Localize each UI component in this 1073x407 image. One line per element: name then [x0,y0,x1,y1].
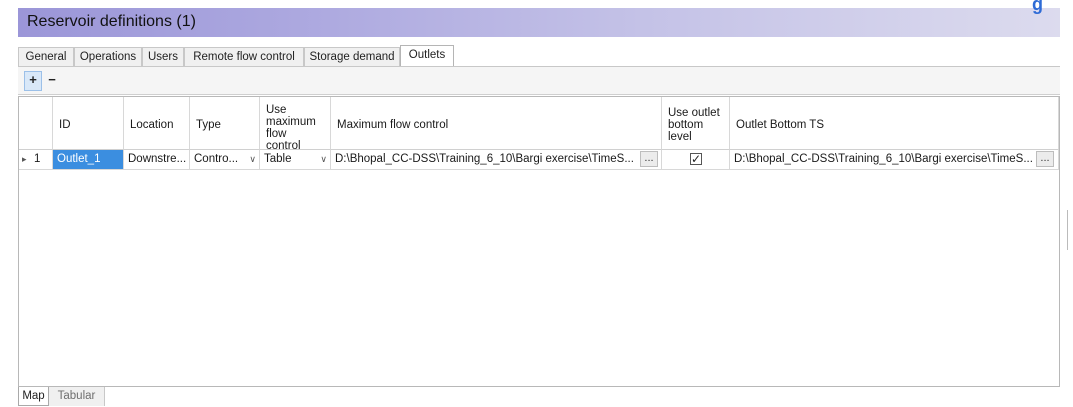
cell-use-outlet-bottom[interactable] [662,150,730,169]
cell-type-value: Contro... [194,153,239,165]
tab-outlets[interactable]: Outlets [400,45,454,66]
cell-outlet-bottom-ts[interactable]: D:\Bhopal_CC-DSS\Training_6_10\Bargi exe… [730,150,1059,169]
browse-outlet-bottom-button[interactable]: ... [1036,151,1054,167]
column-header-type[interactable]: Type [190,97,260,150]
corner-glyph: g [1032,0,1043,14]
column-header-location-label: Location [130,119,174,131]
cell-id[interactable]: Outlet_1 [53,150,124,169]
column-header-outlet-bottom-ts-label: Outlet Bottom TS [736,119,824,131]
column-header-use-max-flow-line3: flow [266,128,287,140]
cell-type-dropdown[interactable]: Contro... ∨ [190,150,260,169]
tab-storage-demand[interactable]: Storage demand [304,47,400,66]
window-title: Reservoir definitions (1) [27,13,196,30]
tab-operations[interactable]: Operations [74,47,142,66]
grid-toolbar: + − [18,67,1060,95]
cell-use-max-flow-dropdown[interactable]: Table ∨ [260,150,331,169]
window-title-bar: Reservoir definitions (1) [18,8,1060,37]
use-outlet-bottom-checkbox[interactable] [690,150,702,169]
chevron-down-icon[interactable]: ∨ [320,150,327,169]
column-header-location[interactable]: Location [124,97,190,150]
row-header[interactable]: ▸ 1 [19,150,53,169]
tab-remote-flow-control[interactable]: Remote flow control [184,47,304,66]
table-row[interactable]: ▸ 1 Outlet_1 Downstre... Contro... ∨ Tab… [19,150,1059,170]
column-header-id[interactable]: ID [53,97,124,150]
column-header-outlet-bottom-ts[interactable]: Outlet Bottom TS [730,97,1059,150]
add-row-button[interactable]: + [24,71,42,91]
cell-outlet-bottom-ts-path: D:\Bhopal_CC-DSS\Training_6_10\Bargi exe… [734,153,1033,165]
tab-users[interactable]: Users [142,47,184,66]
column-header-use-max-flow[interactable]: Use maximum flow control [260,97,331,150]
splitter-edge[interactable] [1067,210,1068,250]
column-header-type-label: Type [196,119,221,131]
column-header-use-max-flow-line2: maximum [266,116,316,128]
column-header-max-flow-control-label: Maximum flow control [337,119,449,131]
column-header-use-max-flow-line4: control [266,140,301,150]
chevron-down-icon[interactable]: ∨ [249,150,256,169]
row-header-corner [19,97,53,150]
tab-tabular[interactable]: Tabular [49,387,105,406]
column-header-id-label: ID [59,119,71,131]
column-header-max-flow-control[interactable]: Maximum flow control [331,97,662,150]
column-header-use-max-flow-line1: Use [266,104,287,116]
tab-map[interactable]: Map [18,387,49,406]
cell-max-flow-control-path: D:\Bhopal_CC-DSS\Training_6_10\Bargi exe… [335,153,634,165]
row-number: 1 [34,153,41,165]
cell-max-flow-control[interactable]: D:\Bhopal_CC-DSS\Training_6_10\Bargi exe… [331,150,662,169]
column-header-use-outlet-bottom-line1: Use outlet [668,107,720,119]
tab-general[interactable]: General [18,47,74,66]
column-header-use-outlet-bottom-line2: bottom [668,119,704,131]
browse-max-flow-button[interactable]: ... [640,151,658,167]
cell-location[interactable]: Downstre... [124,150,190,169]
remove-row-button[interactable]: − [44,71,60,89]
column-header-use-outlet-bottom[interactable]: Use outlet bottom level [662,97,730,150]
cell-use-max-flow-value: Table [264,153,292,165]
row-marker-icon: ▸ [22,154,27,164]
outlets-grid: ID Location Type Use maximum flow contro… [18,96,1060,387]
column-header-use-outlet-bottom-line3: level [668,131,692,143]
